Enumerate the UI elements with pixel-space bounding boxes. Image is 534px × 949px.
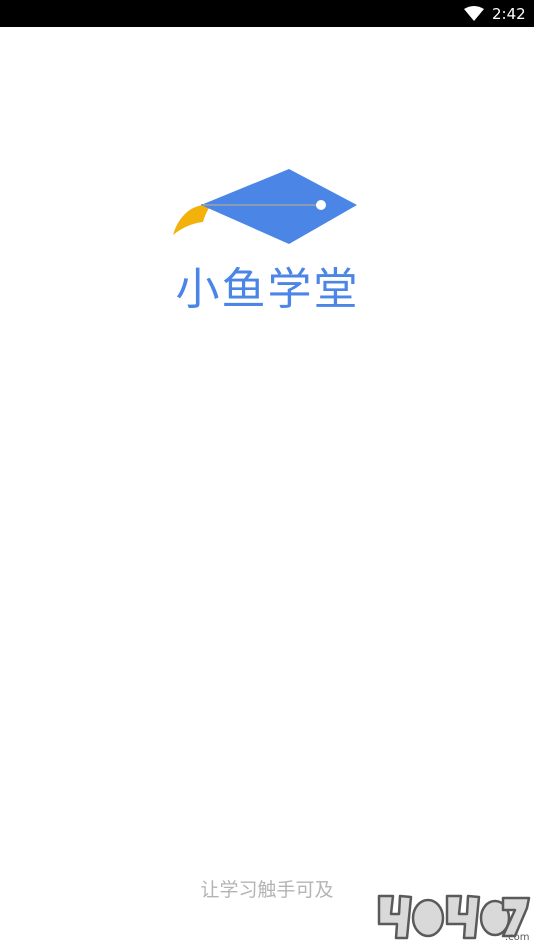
- status-time: 2:42: [492, 5, 526, 23]
- logo-tassel: [173, 204, 211, 235]
- app-name: 小鱼学堂: [175, 264, 360, 315]
- graduation-cap-fish-icon: [173, 169, 357, 244]
- svg-text:.com: .com: [505, 932, 530, 943]
- status-bar: 2:42: [0, 0, 534, 27]
- logo-cap: [201, 169, 357, 244]
- watermark-logo: .com: [377, 894, 531, 943]
- wifi-icon: [464, 6, 484, 21]
- logo-dot: [316, 200, 326, 210]
